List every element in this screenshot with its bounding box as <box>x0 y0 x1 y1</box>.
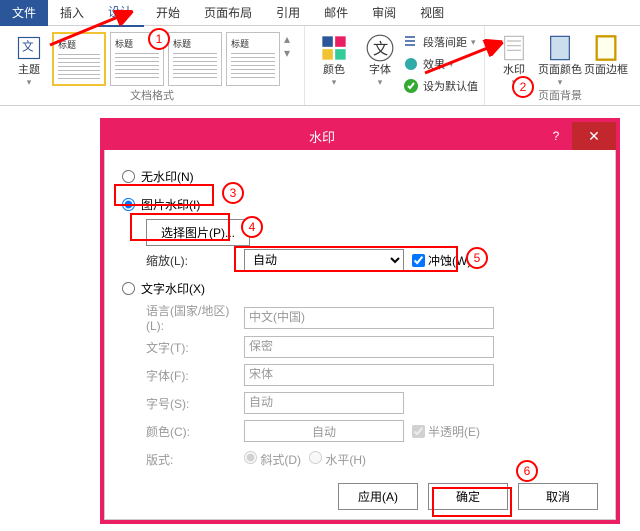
apply-button[interactable]: 应用(A) <box>338 483 418 510</box>
size-label: 字号(S): <box>146 395 244 412</box>
effects-button[interactable]: 效果 ▾ <box>403 54 478 74</box>
tab-view[interactable]: 视图 <box>408 0 456 26</box>
theme-icon: 文 <box>15 34 43 62</box>
svg-text:文: 文 <box>373 41 388 58</box>
theme-button[interactable]: 文 主题 ▾ <box>6 30 52 88</box>
language-label: 语言(国家/地区)(L): <box>146 302 244 333</box>
radio-text-watermark[interactable]: 文字水印(X) <box>122 280 205 297</box>
ok-button[interactable]: 确定 <box>428 483 508 510</box>
text-select: 保密 <box>244 336 494 358</box>
svg-text:文: 文 <box>22 39 34 53</box>
select-picture-button[interactable]: 选择图片(P)... <box>146 219 250 246</box>
effects-icon <box>403 56 419 72</box>
paragraph-spacing-icon <box>403 34 419 50</box>
group-pagebg-label: 页面背景 <box>485 87 635 103</box>
set-default-button[interactable]: 设为默认值 <box>403 76 478 96</box>
layout-label: 版式: <box>146 451 244 468</box>
dialog-close-button[interactable]: ✕ <box>572 122 616 150</box>
cancel-button[interactable]: 取消 <box>518 483 598 510</box>
tab-reference[interactable]: 引用 <box>264 0 312 26</box>
radio-no-watermark[interactable]: 无水印(N) <box>122 168 194 185</box>
text-label: 文字(T): <box>146 339 244 356</box>
paragraph-spacing-button[interactable]: 段落间距 ▾ <box>403 32 478 52</box>
dialog-titlebar: 水印 ? ✕ <box>104 122 616 150</box>
radio-horizontal: 水平(H) <box>309 451 366 468</box>
gallery-scroll[interactable]: ▴▾ <box>284 32 298 60</box>
tab-layout[interactable]: 页面布局 <box>192 0 264 26</box>
dialog-title: 水印 <box>104 127 540 146</box>
colors-button[interactable]: 颜色▾ <box>311 30 357 88</box>
page-border-button[interactable]: 页面边框 <box>583 30 629 77</box>
colors-icon <box>320 34 348 62</box>
radio-diagonal: 斜式(D) <box>244 451 301 468</box>
font-label: 字体(F): <box>146 367 244 384</box>
tab-file[interactable]: 文件 <box>0 0 48 26</box>
dialog-help-button[interactable]: ? <box>540 129 572 143</box>
fonts-button[interactable]: 文 字体▾ <box>357 30 403 88</box>
theme-label: 主题 <box>18 64 40 77</box>
ribbon: 文 主题 ▾ 标题 标题 标题 标题 ▴▾ 文档格式 颜色▾ 文 字体▾ 段落间… <box>0 26 640 106</box>
washout-checkbox[interactable]: 冲蚀(W) <box>412 252 471 269</box>
radio-picture-watermark[interactable]: 图片水印(I) <box>122 196 200 213</box>
size-select: 自动 <box>244 392 404 414</box>
fonts-icon: 文 <box>366 34 394 62</box>
page-color-icon <box>546 34 574 62</box>
check-icon <box>403 78 419 94</box>
scale-select[interactable]: 自动 <box>244 249 404 271</box>
tab-start[interactable]: 开始 <box>144 0 192 26</box>
format-gallery[interactable]: 标题 标题 标题 标题 ▴▾ <box>52 30 298 86</box>
color-select: 自动 <box>244 420 404 442</box>
group-docfmt-label: 文档格式 <box>0 87 304 103</box>
ribbon-tabs: 文件 插入 设计 开始 页面布局 引用 邮件 审阅 视图 <box>0 0 640 26</box>
page-color-button[interactable]: 页面颜色▾ <box>537 30 583 88</box>
tab-design[interactable]: 设计 <box>96 0 144 27</box>
tab-review[interactable]: 审阅 <box>360 0 408 26</box>
watermark-icon <box>500 34 528 62</box>
watermark-dialog: 水印 ? ✕ 无水印(N) 图片水印(I) 选择图片(P)... 缩放(L): … <box>100 118 620 524</box>
scale-label: 缩放(L): <box>146 252 244 269</box>
font-select: 宋体 <box>244 364 494 386</box>
tab-insert[interactable]: 插入 <box>48 0 96 26</box>
tab-mail[interactable]: 邮件 <box>312 0 360 26</box>
watermark-button[interactable]: 水印▾ <box>491 30 537 88</box>
color-label: 颜色(C): <box>146 423 244 440</box>
language-select: 中文(中国) <box>244 307 494 329</box>
semitransparent-checkbox: 半透明(E) <box>412 423 480 440</box>
page-border-icon <box>592 34 620 62</box>
